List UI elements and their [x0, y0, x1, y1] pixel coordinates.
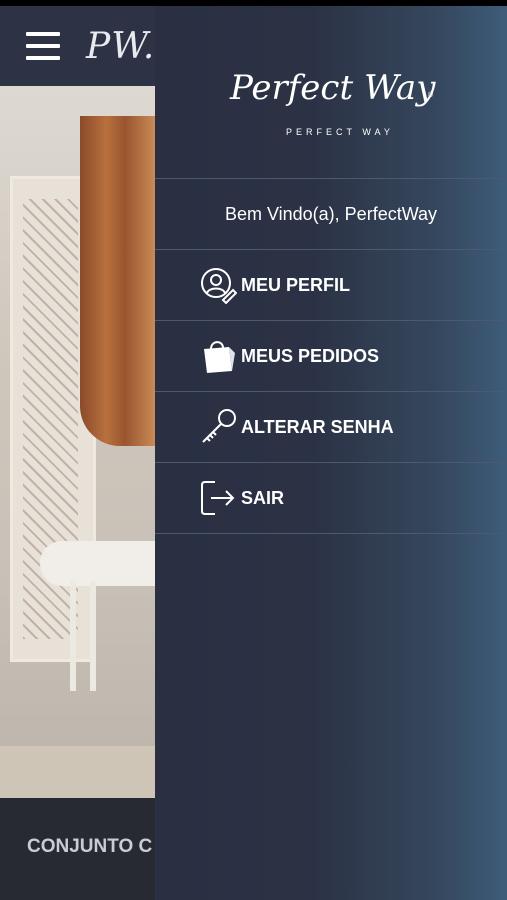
profile-edit-icon: [199, 266, 238, 305]
product-title: CONJUNTO C: [27, 836, 153, 857]
product-card[interactable]: CONJUNTO C: [0, 798, 155, 900]
menu-icon[interactable]: [26, 32, 60, 62]
navigation-drawer: Perfect Way ® PERFECT WAY Bem Vindo(a), …: [155, 6, 507, 900]
app-bar-logo: PW.: [86, 26, 156, 67]
logout-icon: [199, 479, 237, 517]
menu-item-profile[interactable]: MEU PERFIL: [155, 250, 507, 321]
bench-leg: [90, 581, 96, 691]
drawer-header: Perfect Way ® PERFECT WAY: [155, 6, 507, 179]
key-icon: [199, 408, 237, 446]
registered-mark: ®: [428, 92, 434, 99]
rug-decoration: [0, 746, 155, 798]
hero-image: [0, 86, 155, 798]
curtain-decoration: [80, 116, 155, 446]
menu-item-label: ALTERAR SENHA: [241, 417, 394, 437]
shopping-bag-icon: [199, 337, 237, 375]
brand-logo: Perfect Way: [230, 68, 436, 108]
menu-item-change-password[interactable]: ALTERAR SENHA: [155, 392, 507, 463]
welcome-message: Bem Vindo(a), PerfectWay: [155, 179, 507, 250]
menu-item-logout[interactable]: SAIR: [155, 463, 507, 534]
menu-item-label: SAIR: [241, 488, 285, 508]
brand-subtitle: PERFECT WAY: [286, 127, 394, 137]
menu-item-label: MEU PERFIL: [241, 275, 351, 295]
bench-leg: [70, 581, 76, 691]
bench-decoration: [40, 541, 155, 586]
menu-item-label: MEUS PEDIDOS: [241, 346, 380, 366]
menu-item-orders[interactable]: MEUS PEDIDOS: [155, 321, 507, 392]
